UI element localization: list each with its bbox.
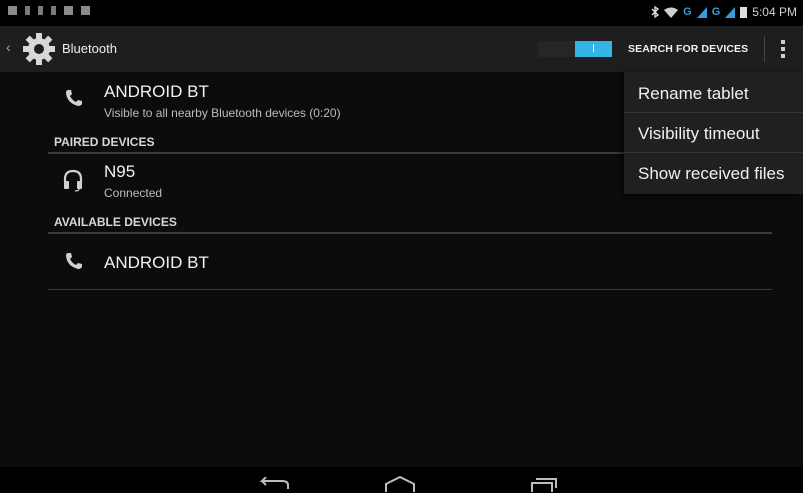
notification-icon <box>8 6 17 15</box>
network-type-label: G <box>711 6 721 18</box>
menu-item-show-received-files[interactable]: Show received files <box>638 164 784 184</box>
available-devices-header: AVAILABLE DEVICES <box>54 215 177 229</box>
clock: 5:04 PM <box>752 5 797 19</box>
overflow-menu-icon[interactable] <box>781 40 785 58</box>
menu-divider <box>624 152 803 153</box>
overflow-menu: Rename tablet Visibility timeout Show re… <box>624 72 803 194</box>
phone-icon <box>66 253 82 269</box>
menu-divider <box>624 112 803 113</box>
notification-icons <box>8 6 90 15</box>
page-title: Bluetooth <box>62 41 117 56</box>
notification-icon <box>81 6 90 15</box>
menu-item-visibility-timeout[interactable]: Visibility timeout <box>638 124 760 144</box>
action-bar: ‹ Bluetooth I SEARCH FOR DEVICES <box>0 26 803 72</box>
battery-icon <box>740 7 748 18</box>
available-device-name: ANDROID BT <box>104 253 209 272</box>
action-divider <box>764 36 765 62</box>
back-icon[interactable] <box>258 477 290 491</box>
usb-debug-icon <box>38 6 43 15</box>
status-bar: G G 5:04 PM <box>0 0 803 26</box>
available-device-row[interactable]: ANDROID BT <box>48 236 772 288</box>
usb-icon <box>25 6 30 15</box>
bluetooth-icon <box>651 6 660 18</box>
settings-gear-icon[interactable] <box>22 32 56 66</box>
signal-icon <box>696 6 707 18</box>
notification-icon <box>64 6 73 15</box>
navigation-bar <box>0 467 803 493</box>
section-divider <box>48 232 772 234</box>
paired-device-status: Connected <box>104 186 163 200</box>
search-for-devices-button[interactable]: SEARCH FOR DEVICES <box>628 43 748 55</box>
network-type-label: G <box>683 6 692 18</box>
menu-item-rename-tablet[interactable]: Rename tablet <box>638 84 749 104</box>
paired-devices-header: PAIRED DEVICES <box>54 135 155 149</box>
headset-icon <box>63 169 83 192</box>
system-icons: G G 5:04 PM <box>651 5 797 19</box>
signal-icon <box>725 6 736 18</box>
phone-icon <box>66 90 82 106</box>
bluetooth-toggle-thumb[interactable]: I <box>575 41 612 57</box>
wifi-icon <box>664 7 679 18</box>
this-device-name: ANDROID BT <box>104 82 209 101</box>
paired-device-row[interactable]: N95 Connected <box>8 156 728 206</box>
sd-icon <box>51 6 56 15</box>
this-device-status: Visible to all nearby Bluetooth devices … <box>104 106 341 120</box>
this-device-row[interactable]: ANDROID BT Visible to all nearby Bluetoo… <box>8 72 728 124</box>
home-icon[interactable] <box>384 476 416 492</box>
up-navigation-icon[interactable]: ‹ <box>6 39 11 55</box>
list-divider <box>48 289 772 290</box>
recent-apps-icon[interactable] <box>530 478 558 492</box>
paired-device-name: N95 <box>104 162 136 181</box>
